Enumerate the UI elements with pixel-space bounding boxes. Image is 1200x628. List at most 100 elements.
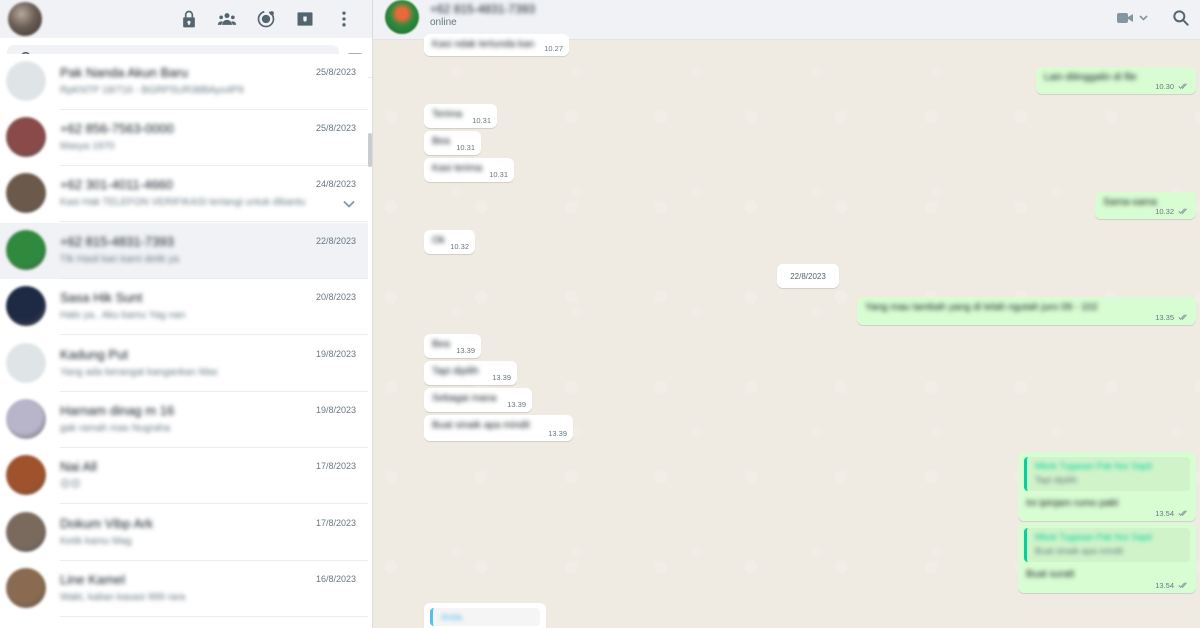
- chat-list-item[interactable]: +62 815-4831-7393 22/8/2023 Ttk Hasil kan …: [0, 223, 368, 279]
- chat-date: 24/8/2023: [315, 179, 356, 189]
- quoted-text: Buat sinaik apa mindit: [1035, 546, 1124, 556]
- chat-date: 16/8/2023: [315, 574, 356, 584]
- message-time: 10.32: [450, 242, 469, 251]
- message-time: 13.54: [1155, 581, 1174, 590]
- chat-avatar: [6, 455, 46, 495]
- outgoing-message[interactable]: Mbok Tugasan Pak Nur Sapti Tapi dipilih In…: [1018, 452, 1196, 521]
- menu-icon[interactable]: [332, 7, 356, 31]
- message-time: 10.31: [489, 170, 508, 179]
- communities-icon[interactable]: [215, 7, 239, 31]
- chat-list-item[interactable]: Dokum Vibp Ark 17/8/2023 Ketik kamu Mag: [0, 505, 368, 561]
- chat-name: +62 815-4831-7393: [60, 234, 174, 249]
- message-time: 13.39: [492, 373, 511, 382]
- message-text: Ini ipinjam rumo pakt: [1026, 498, 1119, 509]
- chat-date: 19/8/2023: [315, 405, 356, 415]
- incoming-message[interactable]: Terima 10.31: [424, 104, 497, 128]
- chat-date: 22/8/2023: [315, 236, 356, 246]
- read-ticks-icon: [1178, 582, 1187, 588]
- chat-list-scrollbar[interactable]: [368, 133, 372, 167]
- incoming-message[interactable]: Bea 13.39: [424, 334, 481, 358]
- quoted-message[interactable]: Anda: [430, 608, 540, 626]
- chat-divider: [60, 221, 368, 222]
- message-text: Tapi dipilih: [432, 366, 479, 377]
- incoming-message[interactable]: Kasi ndak tertunda kan 10.27: [424, 34, 569, 56]
- chat-date: 25/8/2023: [315, 123, 356, 133]
- contact-avatar[interactable]: [385, 0, 419, 34]
- new-chat-icon[interactable]: [293, 7, 317, 31]
- quoted-text: Tapi dipilih: [1035, 475, 1078, 485]
- incoming-message[interactable]: Tapi dipilih 13.39: [424, 361, 517, 385]
- chat-name: Nai All: [60, 459, 97, 474]
- message-time: 10.31: [456, 143, 475, 152]
- search-in-chat-icon[interactable]: [1171, 8, 1191, 28]
- chat-list-item[interactable]: Kadung Put 19/8/2023 Yang ada berangat kan…: [0, 336, 368, 392]
- chat-name: +62 856-7563-0000: [60, 121, 174, 136]
- chat-preview: RpKNTP 18/716 - BGRPSUR38BAyo4P9: [60, 85, 244, 96]
- outgoing-message[interactable]: Sama-sama 10.32: [1095, 192, 1196, 219]
- quoted-sender: Anda: [441, 612, 463, 622]
- chat-avatar: [6, 61, 46, 101]
- chat-date: 17/8/2023: [315, 461, 356, 471]
- message-time: 10.30: [1155, 82, 1174, 91]
- message-text: Kasi terima: [432, 163, 483, 174]
- chat-date: 25/8/2023: [315, 67, 356, 77]
- chat-preview: Ttk Hasil kan kami detik ya: [60, 254, 179, 265]
- chat-list-item[interactable]: +62 856-7563-0000 25/8/2023 Masya 1970: [0, 110, 368, 166]
- message-text: Ok: [432, 235, 445, 246]
- message-text: Bea: [432, 339, 450, 350]
- chat-name: +62 301-4011-4660: [60, 177, 173, 192]
- chat-name: Harnam dinag m 16: [60, 403, 175, 418]
- incoming-message[interactable]: Buat sinaik apa mindit 13.39: [424, 415, 573, 441]
- read-ticks-icon: [1178, 510, 1187, 516]
- contact-status: online: [430, 17, 457, 28]
- incoming-message[interactable]: Kasi terima 10.31: [424, 158, 514, 182]
- chat-preview: Ketik kamu Mag: [60, 536, 132, 547]
- video-call-icon[interactable]: [1116, 9, 1150, 27]
- incoming-message[interactable]: Ok 10.32: [424, 230, 475, 254]
- chat-list-item[interactable]: Pak Nanda Akun Baru 25/8/2023 RpKNTP 18/71…: [0, 54, 368, 110]
- chat-name: Kadung Put: [60, 347, 128, 362]
- contact-name[interactable]: +62 815-4831-7393: [430, 2, 535, 16]
- chat-avatar: [6, 343, 46, 383]
- chat-preview: 😊😊: [60, 479, 81, 490]
- message-text: Terima: [432, 109, 463, 120]
- status-icon[interactable]: [254, 7, 278, 31]
- date-separator: 22/8/2023: [777, 264, 839, 288]
- message-text: Buat suratt: [1026, 569, 1075, 580]
- chat-list-item[interactable]: Line Kamel 16/8/2023 Wakt, kalian kasasi 9…: [0, 561, 368, 617]
- chat-preview: Kasi Hak TELEFON VERIFIKASI tertangi unt…: [60, 197, 306, 208]
- chat-list-panel: Pak Nanda Akun Baru 25/8/2023 RpKNTP 18/71…: [0, 0, 373, 628]
- chat-list-item[interactable]: Harnam dinag m 16 19/8/2023 gak ramah mas …: [0, 392, 368, 448]
- message-time: 13.39: [507, 400, 526, 409]
- incoming-message[interactable]: Bea 10.31: [424, 131, 481, 155]
- chat-avatar: [6, 512, 46, 552]
- message-time: 13.39: [548, 429, 567, 438]
- quoted-message[interactable]: Mbok Tugasan Pak Nur Sapti Buat sinaik ap…: [1024, 528, 1190, 562]
- outgoing-message[interactable]: Yang mau tambah yang di telah ngutah jur…: [857, 297, 1196, 325]
- incoming-message[interactable]: Anda: [424, 603, 546, 628]
- chat-divider: [60, 503, 368, 504]
- message-time: 10.27: [544, 44, 563, 53]
- outgoing-message[interactable]: Lain ditinggalin di file 10.30: [1036, 67, 1196, 94]
- message-text: Bea: [432, 136, 450, 147]
- chat-list-item[interactable]: Nai All 17/8/2023 😊😊: [0, 448, 368, 504]
- chat-avatar: [6, 117, 46, 157]
- chat-list-item[interactable]: +62 301-4011-4660 24/8/2023 Kasi Hak TELEF…: [0, 166, 368, 222]
- chat-divider: [60, 334, 368, 335]
- read-ticks-icon: [1178, 314, 1187, 320]
- outgoing-message[interactable]: Mbok Tugasan Pak Nur Sapti Buat sinaik ap…: [1018, 523, 1196, 593]
- chat-list-item[interactable]: Sasa Hik Sunt 20/8/2023 Halo ya.. Aku kamu…: [0, 279, 368, 335]
- chat-date: 17/8/2023: [315, 518, 356, 528]
- message-text: Buat sinaik apa mindit: [432, 420, 530, 431]
- quoted-message[interactable]: Mbok Tugasan Pak Nur Sapti Tapi dipilih: [1024, 457, 1190, 491]
- chevron-down-icon[interactable]: [342, 197, 356, 211]
- chat-avatar: [6, 399, 46, 439]
- my-avatar[interactable]: [8, 2, 42, 36]
- chat-divider: [60, 616, 368, 617]
- incoming-message[interactable]: Sebagai mana 13.39: [424, 388, 532, 412]
- chat-name: Sasa Hik Sunt: [60, 290, 143, 305]
- lock-icon[interactable]: [177, 7, 201, 31]
- chat-date: 20/8/2023: [315, 292, 356, 302]
- chat-preview: Wakt, kalian kasasi 999 rara: [60, 592, 186, 603]
- message-time: 10.31: [472, 116, 491, 125]
